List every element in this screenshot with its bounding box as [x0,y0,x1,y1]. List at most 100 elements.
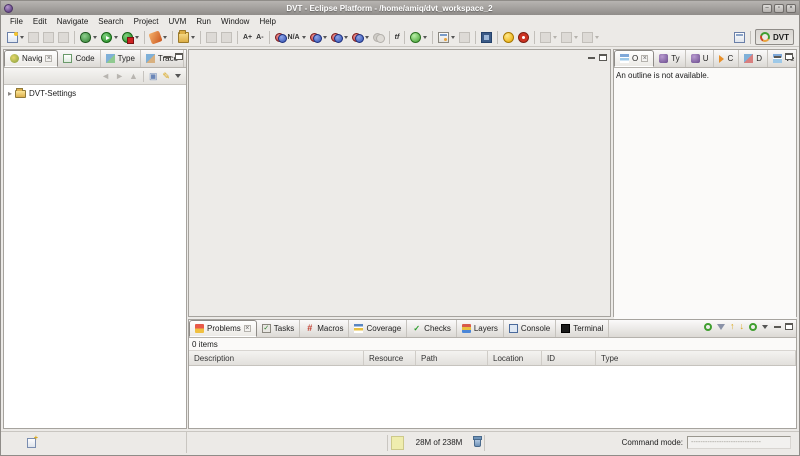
col-type[interactable]: Type [596,351,796,365]
tab-console[interactable]: Console [504,320,556,337]
nav-back-icon[interactable]: ◄ [101,72,110,81]
console-icon [509,324,518,333]
menu-project[interactable]: Project [129,17,164,26]
collapse-all-icon[interactable]: ▣ [149,72,158,81]
problems-menu-icon[interactable] [762,325,768,329]
menu-uvm[interactable]: UVM [164,17,192,26]
next-marker-icon[interactable]: ↓ [740,322,745,331]
compile-button-disabled[interactable] [372,30,385,45]
build-status-button[interactable]: N/A [274,30,307,45]
tab-checks-bottom-label: Checks [424,324,451,333]
menu-run[interactable]: Run [191,17,216,26]
toggle-mark-button[interactable] [205,30,218,45]
menu-edit[interactable]: Edit [28,17,52,26]
refresh-icon-2[interactable] [749,323,757,331]
compile-button-3[interactable] [351,30,370,45]
tab-uvm[interactable]: U [686,50,715,67]
tab-outline[interactable]: O × [614,50,654,67]
toggle-editor-area-button[interactable] [480,30,493,45]
menu-search[interactable]: Search [93,17,128,26]
navigator-maximize-icon[interactable] [175,53,183,60]
navigator-minimize-icon[interactable] [164,55,171,58]
run-terminate-button[interactable] [121,30,140,45]
editor-maximize-icon[interactable] [599,54,607,61]
compile-button-1[interactable] [309,30,328,45]
expander-icon[interactable]: ▸ [8,89,12,98]
minimize-button[interactable]: – [762,4,772,13]
font-decrease-button[interactable]: A- [255,30,264,45]
tab-checks-bottom[interactable]: ✓ Checks [407,320,457,337]
print-button[interactable] [57,30,70,45]
tab-outline-close-icon[interactable]: × [641,55,648,62]
filter-icon[interactable] [717,324,725,330]
outline-minimize-icon[interactable] [774,55,781,58]
open-resource-button[interactable] [177,30,196,45]
dialog-button[interactable] [437,30,456,45]
problems-minimize-icon[interactable] [774,325,781,328]
new-wizard-button[interactable] [6,30,25,45]
tab-layers[interactable]: Layers [457,320,504,337]
forward-button[interactable] [581,30,600,45]
tab-type[interactable]: Type [101,50,141,67]
tab-problems[interactable]: Problems × [189,320,257,337]
view-menu-icon[interactable] [175,74,181,78]
editor-area[interactable] [188,49,611,317]
nav-forward-icon[interactable]: ► [115,72,124,81]
garbage-collect-icon[interactable] [474,438,481,447]
tab-coverage[interactable]: Coverage [349,320,407,337]
font-increase-button[interactable]: A+ [242,30,253,45]
fast-view-icon[interactable] [27,438,36,448]
tab-code[interactable]: Code [58,50,100,67]
start-server-button[interactable] [409,30,428,45]
menu-navigate[interactable]: Navigate [52,17,94,26]
link-editor-icon[interactable]: ✎ [162,72,170,81]
external-tools-button[interactable] [149,30,168,45]
tf-toggle-button[interactable]: tf [394,30,401,45]
col-path[interactable]: Path [416,351,488,365]
tab-navig[interactable]: Navig × [4,50,58,67]
nav-up-icon[interactable]: ▲ [129,72,138,81]
save-button[interactable] [27,30,40,45]
run-button[interactable] [100,30,119,45]
col-id[interactable]: ID [542,351,596,365]
workbench-area: Navig × Code Type Trace [1,48,799,431]
tab-checks[interactable]: C [714,50,739,67]
tab-types[interactable]: Ty [654,50,685,67]
yellow-ball-button[interactable] [502,30,515,45]
back-button[interactable] [560,30,579,45]
refresh-icon[interactable] [704,323,712,331]
help-ring-button[interactable] [517,30,530,45]
dvt-perspective-button[interactable]: DVT [755,29,794,45]
outline-maximize-icon[interactable] [785,53,793,60]
macros-icon: # [305,324,314,333]
tab-macros[interactable]: # Macros [300,320,349,337]
col-description[interactable]: Description [189,351,364,365]
open-perspective-button[interactable] [733,30,746,45]
col-location[interactable]: Location [488,351,542,365]
tab-navig-close-icon[interactable]: × [45,55,52,62]
tree-item-dvt-settings[interactable]: ▸ DVT-Settings [4,87,186,100]
close-button[interactable]: × [786,4,796,13]
tab-uvm-label: U [703,54,709,63]
menu-help[interactable]: Help [254,17,280,26]
command-mode-field[interactable]: ------------------------------ [687,436,791,449]
last-edit-button[interactable] [539,30,558,45]
maximize-button[interactable]: ▫ [774,4,784,13]
editor-minimize-icon[interactable] [588,56,595,59]
tab-terminal[interactable]: Terminal [556,320,609,337]
paste-disabled-button[interactable] [458,30,471,45]
compile-button-2[interactable] [330,30,349,45]
tab-design[interactable]: D [739,50,768,67]
menu-file[interactable]: File [5,17,28,26]
tab-tasks[interactable]: ✓ Tasks [257,320,300,337]
problems-maximize-icon[interactable] [785,323,793,330]
yellow-ball-icon [503,32,514,43]
col-resource[interactable]: Resource [364,351,416,365]
problems-table-body[interactable] [189,367,796,428]
tab-problems-close-icon[interactable]: × [244,325,251,332]
save-all-button[interactable] [42,30,55,45]
prev-marker-icon[interactable]: ↑ [730,322,735,331]
debug-button[interactable] [79,30,98,45]
menu-window[interactable]: Window [216,17,254,26]
toggle-block-button[interactable] [220,30,233,45]
